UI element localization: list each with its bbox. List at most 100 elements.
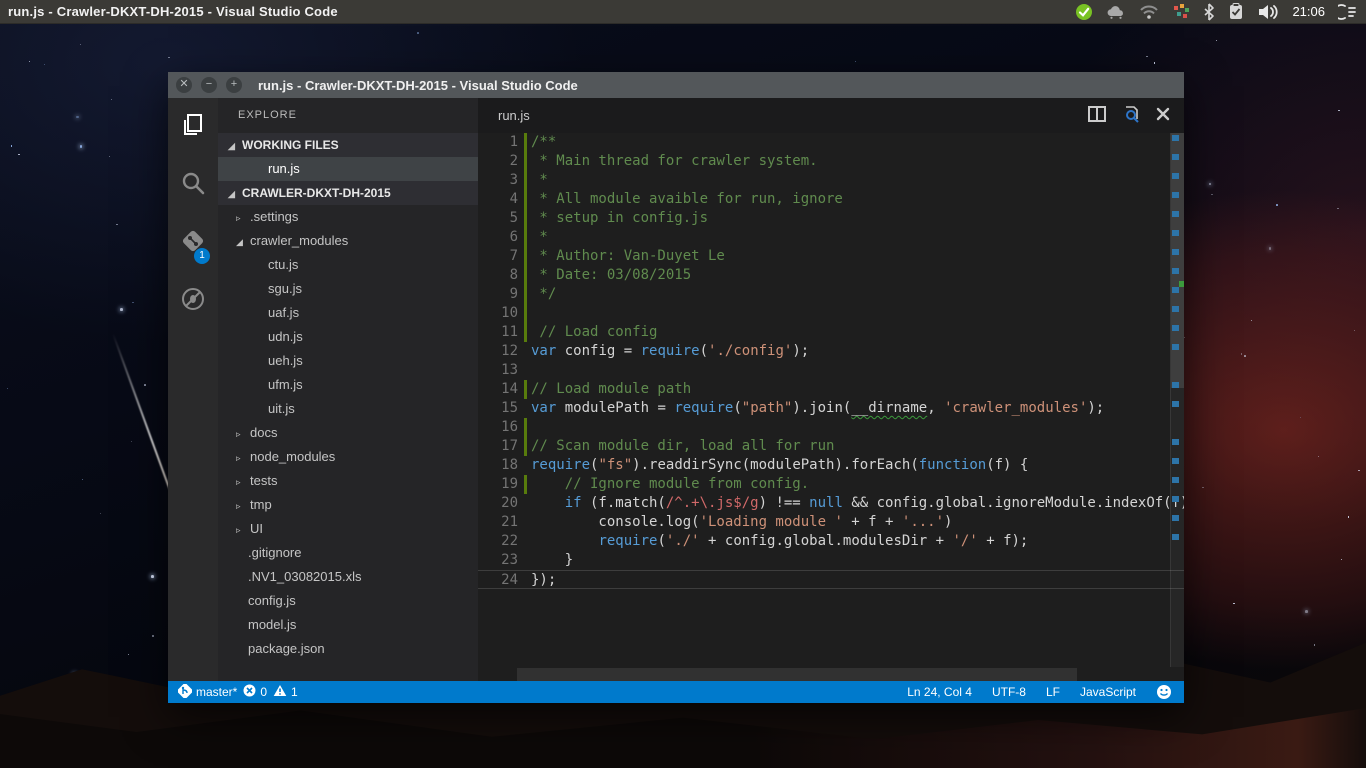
tree-file-uit.js[interactable]: uit.js: [218, 397, 478, 421]
feedback-smiley-icon[interactable]: [1156, 684, 1172, 700]
window-titlebar[interactable]: ✕ − + run.js - Crawler-DKXT-DH-2015 - Vi…: [168, 72, 1184, 98]
encoding-indicator[interactable]: UTF-8: [992, 685, 1026, 699]
code-line-7[interactable]: 7 * Author: Van-Duyet Le: [478, 247, 1184, 266]
code-line-15[interactable]: 15var modulePath = require("path").join(…: [478, 399, 1184, 418]
tree-folder-docs[interactable]: ▹docs: [218, 421, 478, 445]
wifi-icon[interactable]: [1139, 4, 1159, 20]
code-line-20[interactable]: 20 if (f.match(/^.+\.js$/g) !== null && …: [478, 494, 1184, 513]
close-window-button[interactable]: ✕: [176, 77, 192, 93]
eol-indicator[interactable]: LF: [1046, 685, 1060, 699]
clock[interactable]: 21:06: [1292, 4, 1325, 19]
editor-group: run.js 1/**2 * Main thread for crawler s…: [478, 98, 1184, 681]
explorer-activity-button[interactable]: [168, 98, 218, 156]
code-area[interactable]: 1/**2 * Main thread for crawler system.3…: [478, 133, 1184, 589]
ruler-change-marker: [1172, 287, 1179, 293]
chevron-collapsed-icon: ▹: [236, 518, 250, 542]
code-line-21[interactable]: 21 console.log('Loading module ' + f + '…: [478, 513, 1184, 532]
code-line-19[interactable]: 19 // Ignore module from config.: [478, 475, 1184, 494]
editor-horizontal-scrollbar[interactable]: [517, 668, 1077, 681]
git-added-gutter-bar: [524, 266, 527, 285]
bluetooth-icon[interactable]: [1203, 3, 1215, 21]
preview-search-icon[interactable]: [1122, 105, 1140, 126]
code-line-1[interactable]: 1/**: [478, 133, 1184, 152]
skype-status-icon[interactable]: [1075, 3, 1093, 21]
item-label: .gitignore: [248, 545, 301, 560]
code-line-8[interactable]: 8 * Date: 03/08/2015: [478, 266, 1184, 285]
item-label: .settings: [250, 209, 298, 224]
window-title: run.js - Crawler-DKXT-DH-2015 - Visual S…: [258, 78, 578, 93]
code-line-12[interactable]: 12var config = require('./config');: [478, 342, 1184, 361]
error-indicator[interactable]: 0: [243, 684, 267, 700]
tree-file-ctu.js[interactable]: ctu.js: [218, 253, 478, 277]
code-line-6[interactable]: 6 *: [478, 228, 1184, 247]
tree-folder-node_modules[interactable]: ▹node_modules: [218, 445, 478, 469]
tree-file-model.js[interactable]: model.js: [218, 613, 478, 637]
tree-folder-tmp[interactable]: ▹tmp: [218, 493, 478, 517]
code-line-14[interactable]: 14// Load module path: [478, 380, 1184, 399]
line-number: 4: [478, 190, 518, 209]
code-line-23[interactable]: 23 }: [478, 551, 1184, 570]
line-text: * setup in config.js: [531, 209, 708, 228]
language-mode[interactable]: JavaScript: [1080, 685, 1136, 699]
tree-folder-crawler_modules[interactable]: ◢crawler_modules: [218, 229, 478, 253]
tree-file-.NV1_03082015.xls[interactable]: .NV1_03082015.xls: [218, 565, 478, 589]
session-power-icon[interactable]: [1338, 3, 1358, 21]
cloud-sync-icon[interactable]: [1106, 4, 1126, 20]
code-line-10[interactable]: 10: [478, 304, 1184, 323]
item-label: udn.js: [268, 329, 303, 344]
line-text: require('./' + config.global.modulesDir …: [531, 532, 1028, 551]
tree-folder-.settings[interactable]: ▹.settings: [218, 205, 478, 229]
cursor-position[interactable]: Ln 24, Col 4: [907, 685, 972, 699]
code-line-4[interactable]: 4 * All module avaible for run, ignore: [478, 190, 1184, 209]
maximize-window-button[interactable]: +: [226, 77, 242, 93]
tab-run-js[interactable]: run.js: [498, 108, 530, 123]
working-file-item[interactable]: run.js: [218, 157, 478, 181]
line-number: 2: [478, 152, 518, 171]
tree-file-config.js[interactable]: config.js: [218, 589, 478, 613]
code-line-9[interactable]: 9 */: [478, 285, 1184, 304]
color-grid-icon[interactable]: [1172, 3, 1190, 21]
tree-file-package.json[interactable]: package.json: [218, 637, 478, 661]
split-editor-icon[interactable]: [1088, 106, 1106, 125]
tree-file-uaf.js[interactable]: uaf.js: [218, 301, 478, 325]
tree-file-udn.js[interactable]: udn.js: [218, 325, 478, 349]
code-line-16[interactable]: 16: [478, 418, 1184, 437]
ruler-change-marker: [1172, 173, 1179, 179]
tree-file-ufm.js[interactable]: ufm.js: [218, 373, 478, 397]
code-line-22[interactable]: 22 require('./' + config.global.modulesD…: [478, 532, 1184, 551]
close-editor-icon[interactable]: [1156, 107, 1170, 124]
code-line-17[interactable]: 17// Scan module dir, load all for run: [478, 437, 1184, 456]
line-number: 5: [478, 209, 518, 228]
tree-file-.gitignore[interactable]: .gitignore: [218, 541, 478, 565]
tree-folder-tests[interactable]: ▹tests: [218, 469, 478, 493]
code-line-18[interactable]: 18require("fs").readdirSync(modulePath).…: [478, 456, 1184, 475]
code-line-11[interactable]: 11 // Load config: [478, 323, 1184, 342]
tree-folder-UI[interactable]: ▹UI: [218, 517, 478, 541]
minimize-window-button[interactable]: −: [201, 77, 217, 93]
git-branch-indicator[interactable]: master*: [178, 684, 237, 701]
working-files-section[interactable]: ◢WORKING FILES: [218, 133, 478, 157]
git-added-gutter-bar: [524, 228, 527, 247]
code-line-3[interactable]: 3 *: [478, 171, 1184, 190]
code-line-2[interactable]: 2 * Main thread for crawler system.: [478, 152, 1184, 171]
code-line-5[interactable]: 5 * setup in config.js: [478, 209, 1184, 228]
editor-vertical-scrollbar[interactable]: [1170, 133, 1184, 667]
editor-tabbar: run.js: [478, 98, 1184, 133]
project-root-section[interactable]: ◢CRAWLER-DKXT-DH-2015: [218, 181, 478, 205]
tree-file-ueh.js[interactable]: ueh.js: [218, 349, 478, 373]
search-activity-button[interactable]: [168, 156, 218, 214]
warning-indicator[interactable]: 1: [273, 684, 298, 700]
line-number: 13: [478, 361, 518, 380]
volume-icon[interactable]: [1257, 3, 1279, 21]
item-label: node_modules: [250, 449, 335, 464]
clipboard-icon[interactable]: [1228, 3, 1244, 21]
line-number: 12: [478, 342, 518, 361]
code-line-13[interactable]: 13: [478, 361, 1184, 380]
debug-activity-button[interactable]: [168, 272, 218, 330]
git-activity-button[interactable]: 1: [168, 214, 218, 272]
line-number: 17: [478, 437, 518, 456]
code-line-24[interactable]: 24});: [478, 570, 1184, 589]
tree-file-sgu.js[interactable]: sgu.js: [218, 277, 478, 301]
line-text: * All module avaible for run, ignore: [531, 190, 843, 209]
line-number: 11: [478, 323, 518, 342]
